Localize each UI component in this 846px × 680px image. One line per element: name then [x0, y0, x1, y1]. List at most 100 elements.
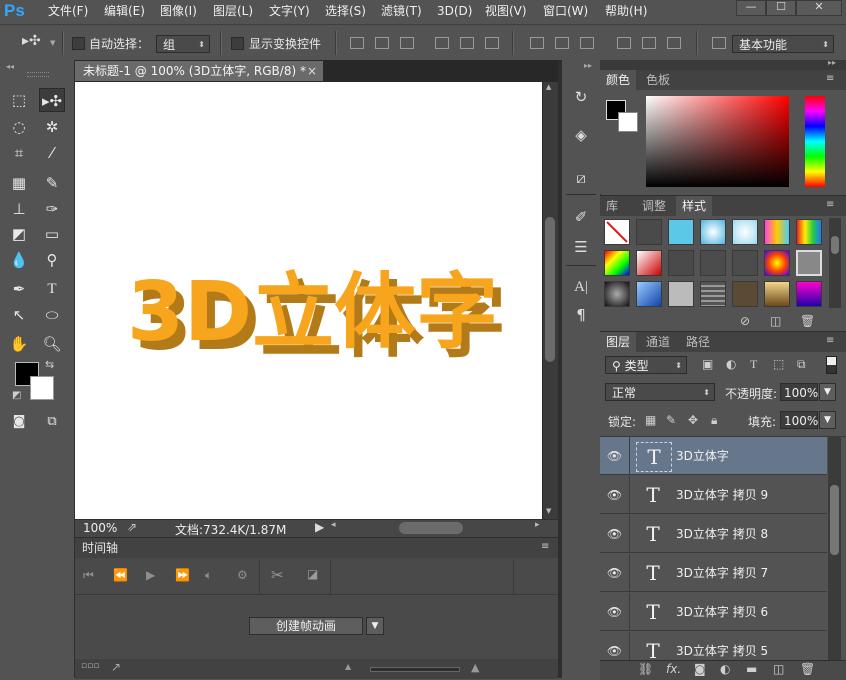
marquee-tool-icon[interactable]: ⬚: [6, 88, 32, 112]
style-swatch[interactable]: [668, 281, 694, 307]
first-frame-icon[interactable]: ⏮: [83, 568, 94, 583]
menu-filter[interactable]: 滤镜(T): [381, 0, 422, 22]
menu-view[interactable]: 视图(V): [485, 0, 527, 22]
style-swatch-none[interactable]: [604, 219, 630, 245]
history-brush-tool-icon[interactable]: ✑: [39, 197, 65, 221]
tab-paths[interactable]: 路径: [680, 332, 716, 352]
menu-help[interactable]: 帮助(H): [605, 0, 647, 22]
zoom-level[interactable]: 100%: [83, 521, 117, 535]
brush-panel-icon[interactable]: ✐: [566, 204, 596, 230]
layer-row[interactable]: 👁︎ T 3D立体字 拷贝 9: [600, 476, 827, 514]
lasso-tool-icon[interactable]: ◌: [6, 115, 32, 139]
previous-frame-icon[interactable]: ⏪: [113, 568, 128, 582]
paragraph-panel-icon[interactable]: ¶: [566, 302, 596, 328]
style-swatch[interactable]: [700, 281, 726, 307]
auto-select-checkbox[interactable]: [72, 37, 85, 50]
delete-layer-icon[interactable]: 🗑︎: [800, 662, 815, 676]
filter-adjustment-icon[interactable]: ◐: [726, 357, 736, 371]
vertical-scroll-thumb[interactable]: [545, 217, 555, 362]
align-top-icon[interactable]: [350, 37, 364, 49]
layer-row[interactable]: 👁︎ T 3D立体字: [600, 437, 827, 475]
brush-tool-icon[interactable]: ✎: [39, 171, 65, 195]
path-selection-tool-icon[interactable]: ↖: [6, 303, 32, 327]
distribute-left-icon[interactable]: [617, 37, 631, 49]
visibility-eye-icon[interactable]: 👁︎: [600, 476, 630, 514]
close-window-button[interactable]: ✕: [796, 0, 842, 16]
move-tool-icon[interactable]: ▸✣: [39, 88, 65, 112]
tab-styles[interactable]: 样式: [676, 196, 713, 216]
screen-mode-icon[interactable]: ⧉: [39, 410, 65, 434]
add-mask-icon[interactable]: ◙: [694, 662, 706, 676]
scroll-right-icon[interactable]: ▸: [535, 520, 540, 530]
distribute-top-icon[interactable]: [530, 37, 544, 49]
align-left-icon[interactable]: [435, 37, 449, 49]
filter-pixel-icon[interactable]: ▣: [702, 357, 713, 371]
character-panel-icon[interactable]: A|: [566, 274, 596, 300]
move-tool-preset-icon[interactable]: ▸✣: [22, 33, 41, 49]
hue-slider[interactable]: [805, 96, 825, 187]
style-swatch[interactable]: [732, 250, 758, 276]
eyedropper-tool-icon[interactable]: ⁄: [39, 141, 65, 165]
align-horizontal-center-icon[interactable]: [460, 37, 474, 49]
layers-scrollbar[interactable]: [828, 437, 841, 663]
layer-row[interactable]: 👁︎ T 3D立体字 拷贝 6: [600, 593, 827, 631]
menu-layer[interactable]: 图层(L): [213, 0, 253, 22]
eraser-tool-icon[interactable]: ◩: [6, 222, 32, 246]
crop-tool-icon[interactable]: ⌗: [6, 141, 32, 165]
style-swatch[interactable]: [636, 281, 662, 307]
style-swatch-selected[interactable]: [796, 250, 822, 276]
color-picker-field[interactable]: [646, 96, 789, 187]
filter-smart-object-icon[interactable]: ⧉: [797, 357, 806, 372]
distribute-right-icon[interactable]: [667, 37, 681, 49]
zoom-in-mountain-icon[interactable]: ▲: [471, 661, 479, 674]
style-swatch[interactable]: [636, 250, 662, 276]
menu-3d[interactable]: 3D(D): [437, 0, 472, 22]
visibility-eye-icon[interactable]: 👁︎: [600, 632, 630, 663]
scroll-left-icon[interactable]: ◂: [331, 520, 336, 530]
next-frame-icon[interactable]: ⏩: [175, 568, 190, 582]
timeline-zoom-slider[interactable]: [370, 667, 460, 672]
menu-select[interactable]: 选择(S): [325, 0, 366, 22]
swap-colors-icon[interactable]: ⇆: [45, 358, 54, 371]
healing-brush-tool-icon[interactable]: ▦: [6, 171, 32, 195]
auto-align-layers-icon[interactable]: [712, 37, 726, 49]
animation-mode-dropdown[interactable]: ▼: [366, 617, 384, 635]
audio-icon[interactable]: 🔈︎: [205, 568, 212, 583]
menu-edit[interactable]: 编辑(E): [104, 0, 145, 22]
style-swatch[interactable]: [604, 250, 630, 276]
zoom-tool-icon[interactable]: 🔍︎: [39, 332, 65, 356]
share-icon[interactable]: ⇗: [127, 520, 137, 534]
style-swatch[interactable]: [636, 219, 662, 245]
close-tab-icon[interactable]: ×: [307, 61, 317, 81]
panel-menu-icon[interactable]: ≡: [826, 335, 834, 346]
filter-type-icon[interactable]: T: [750, 357, 757, 372]
toolbox-grip[interactable]: [27, 72, 49, 77]
lock-image-pixels-icon[interactable]: ✎: [666, 413, 676, 427]
blend-mode-dropdown[interactable]: 正常 ⬍: [605, 383, 715, 401]
collapse-panel-icon[interactable]: ◂◂: [6, 62, 14, 71]
distribute-bottom-icon[interactable]: [580, 37, 594, 49]
align-vertical-center-icon[interactable]: [375, 37, 389, 49]
pen-tool-icon[interactable]: ✒: [6, 277, 32, 301]
blur-tool-icon[interactable]: 💧: [6, 248, 32, 272]
tab-adjustments[interactable]: 调整: [636, 196, 672, 216]
show-transform-controls-checkbox[interactable]: [231, 37, 244, 50]
layer-filter-dropdown[interactable]: ⚲ 类型 ⬍: [605, 356, 687, 374]
styles-scroll-thumb[interactable]: [831, 236, 839, 254]
filter-shape-icon[interactable]: ⬚: [773, 357, 784, 371]
restore-button[interactable]: ☐: [766, 0, 796, 16]
align-right-icon[interactable]: [485, 37, 499, 49]
scroll-down-icon[interactable]: ▼: [546, 507, 551, 515]
delete-style-icon[interactable]: 🗑︎: [800, 314, 815, 328]
type-tool-icon[interactable]: T: [39, 277, 65, 301]
3d-panel-icon[interactable]: ◈: [566, 122, 596, 148]
zoom-out-mountain-icon[interactable]: ▲: [345, 662, 351, 671]
link-layers-icon[interactable]: ⛓︎: [638, 662, 653, 676]
tab-swatches[interactable]: 色板: [640, 70, 676, 90]
workspace-dropdown[interactable]: 基本功能 ⬍: [732, 35, 834, 53]
style-swatch[interactable]: [796, 281, 822, 307]
create-frame-animation-button[interactable]: 创建帧动画: [249, 617, 363, 635]
fill-dropdown[interactable]: ▼: [819, 411, 836, 429]
ellipse-tool-icon[interactable]: ⬭: [39, 303, 65, 327]
layers-scroll-thumb[interactable]: [830, 485, 839, 555]
